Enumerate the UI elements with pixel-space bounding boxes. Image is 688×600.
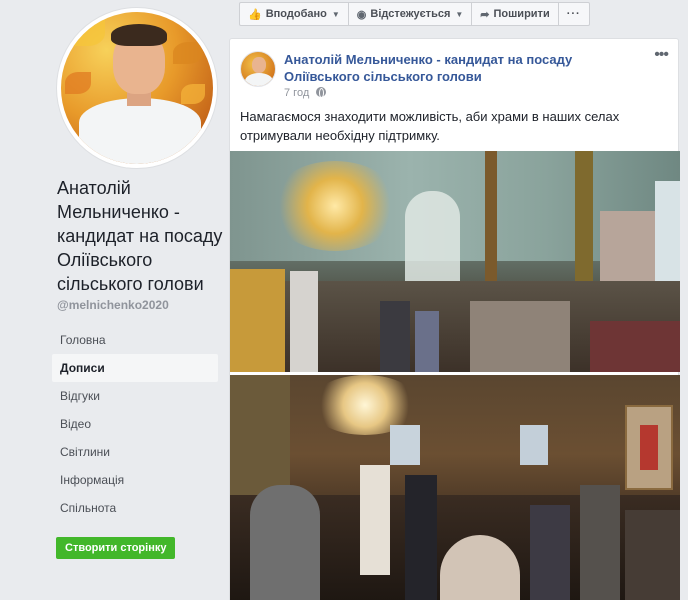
post-options-icon[interactable]: ••• [654,47,669,63]
nav-item-about[interactable]: Інформація [52,466,218,494]
page-username: @melnichenko2020 [57,298,169,312]
page-action-bar: 👍 Вподобано ▼ ◉ Відстежується ▼ ➦ Пошири… [239,2,590,26]
nav-item-photos[interactable]: Світлини [52,438,218,466]
rss-icon: ◉ [356,8,367,21]
share-arrow-icon: ➦ [480,8,490,21]
profile-avatar[interactable] [57,8,217,168]
share-label: Поширити [493,8,550,20]
page-nav: Головна Дописи Відгуки Відео Світлини Ін… [52,326,218,522]
post-card: Анатолій Мельниченко - кандидат на посад… [229,38,680,600]
post-author-avatar[interactable] [240,51,276,87]
nav-item-posts[interactable]: Дописи [52,354,218,382]
page-sidebar: Анатолій Мельниченко - кандидат на посад… [0,0,228,600]
nav-item-reviews[interactable]: Відгуки [52,382,218,410]
chevron-down-icon: ▼ [455,9,464,19]
post-author-name[interactable]: Анатолій Мельниченко - кандидат на посад… [284,51,644,85]
more-icon: ··· [566,8,581,20]
liked-button[interactable]: 👍 Вподобано ▼ [240,3,349,25]
share-button[interactable]: ➦ Поширити [472,3,559,25]
nav-item-home[interactable]: Головна [52,326,218,354]
post-timestamp[interactable]: 7 год [284,87,327,99]
post-photo-2[interactable] [230,375,680,600]
thumbs-up-icon: 👍 [248,8,262,21]
globe-icon [316,87,327,98]
page-title: Анатолій Мельниченко - кандидат на посад… [57,178,223,294]
create-page-button[interactable]: Створити сторінку [56,537,176,559]
nav-item-videos[interactable]: Відео [52,410,218,438]
nav-item-community[interactable]: Спільнота [52,494,218,522]
chevron-down-icon: ▼ [331,9,340,19]
more-options-button[interactable]: ··· [559,3,589,25]
post-photo-1[interactable] [230,151,680,372]
post-text: Намагаємося знаходити можливість, аби хр… [240,109,620,143]
following-label: Відстежується [370,8,451,20]
liked-label: Вподобано [265,8,327,20]
following-button[interactable]: ◉ Відстежується ▼ [349,3,473,25]
profile-photo [61,12,213,164]
post-time-label: 7 год [284,87,310,99]
